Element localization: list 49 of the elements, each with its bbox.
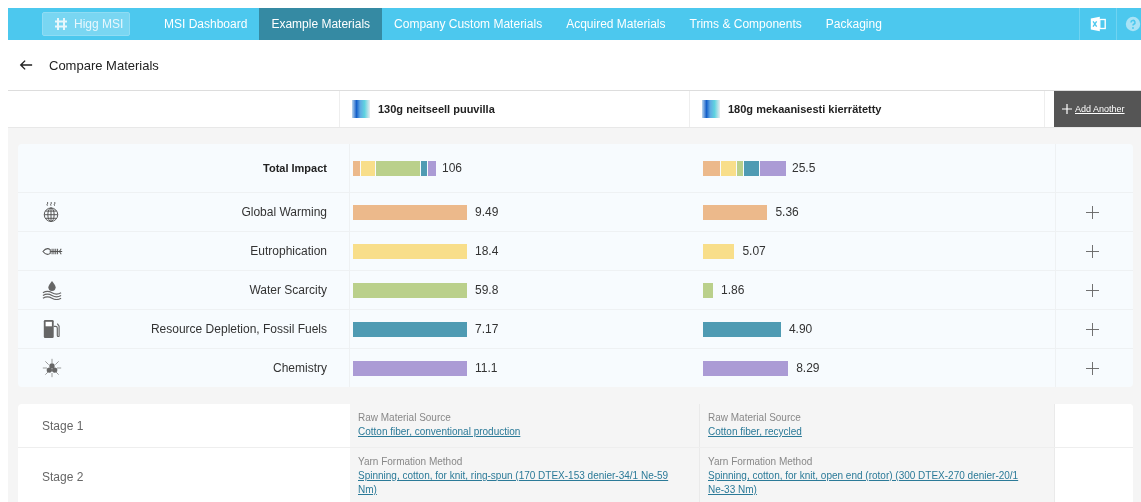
impact-category-label: Global Warming bbox=[241, 205, 327, 219]
impact-category-label: Eutrophication bbox=[250, 244, 327, 258]
stage-field-label: Raw Material Source bbox=[358, 412, 452, 423]
impact-value: 5.07 bbox=[742, 244, 766, 258]
plus-icon[interactable] bbox=[1086, 361, 1099, 375]
plus-icon[interactable] bbox=[1086, 244, 1099, 258]
impact-category-label: Chemistry bbox=[273, 361, 327, 375]
logo-text: Higg MSI bbox=[74, 17, 124, 31]
impact-category-label: Water Scarcity bbox=[249, 283, 327, 297]
plus-icon[interactable] bbox=[1086, 322, 1099, 336]
globe-icon bbox=[42, 201, 60, 223]
stage-field-label: Yarn Formation Method bbox=[708, 456, 814, 467]
stage-label: Stage 1 bbox=[42, 418, 84, 433]
plus-icon[interactable] bbox=[1086, 205, 1099, 219]
hash-icon bbox=[54, 17, 68, 31]
impact-value: 8.29 bbox=[796, 361, 820, 375]
impact-value: 1.86 bbox=[721, 283, 745, 297]
stage-link[interactable]: Spinning, cotton, for knit, ring-spun (170 DTEX-153 denier-34/1 Ne-59 Nm) bbox=[358, 469, 681, 497]
material-header: 130g neitseell puuvilla bbox=[340, 91, 690, 127]
add-another-button[interactable]: Add Another bbox=[1054, 91, 1141, 127]
stage-link[interactable]: Cotton fiber, recycled bbox=[708, 425, 1036, 439]
fish-skeleton-icon bbox=[42, 245, 64, 257]
plus-icon[interactable] bbox=[1086, 283, 1099, 297]
impact-value: 4.90 bbox=[788, 322, 813, 336]
fabric-swatch-icon bbox=[352, 100, 370, 118]
impact-value: 9.49 bbox=[475, 205, 499, 219]
impact-category-label: Resource Depletion, Fossil Fuels bbox=[150, 322, 327, 336]
impact-value: 5.36 bbox=[775, 205, 799, 219]
fuel-pump-icon bbox=[42, 319, 60, 339]
impact-value: 25.5 bbox=[791, 161, 816, 175]
stage-link[interactable]: Cotton fiber, conventional production bbox=[358, 425, 681, 439]
impact-value: 59.8 bbox=[475, 283, 499, 297]
impact-value: 106 bbox=[441, 161, 462, 175]
water-drop-icon bbox=[42, 280, 62, 300]
back-arrow-icon[interactable] bbox=[19, 58, 33, 72]
stage-link[interactable]: Spinning, cotton, for knit, open end (rotor) (300 DTEX-270 denier-20/1 Ne-33 Nm) bbox=[708, 469, 1036, 497]
impact-value: 11.1 bbox=[475, 361, 498, 375]
stage-field-label: Raw Material Source bbox=[708, 412, 802, 423]
plus-icon bbox=[1062, 104, 1072, 114]
stage-field-label: Yarn Formation Method bbox=[358, 456, 464, 467]
fabric-swatch-icon bbox=[702, 100, 720, 118]
stage-label: Stage 2 bbox=[42, 469, 84, 484]
total-impact-label: Total Impact bbox=[263, 162, 327, 174]
material-header: 180g mekaanisesti kierrätetty bbox=[690, 91, 1045, 127]
impact-value: 7.17 bbox=[475, 322, 499, 336]
impact-value: 18.4 bbox=[475, 244, 499, 258]
molecule-icon bbox=[42, 358, 62, 378]
nav-tab[interactable]: Example Materials bbox=[259, 8, 383, 40]
page-title: Compare Materials bbox=[49, 57, 159, 73]
